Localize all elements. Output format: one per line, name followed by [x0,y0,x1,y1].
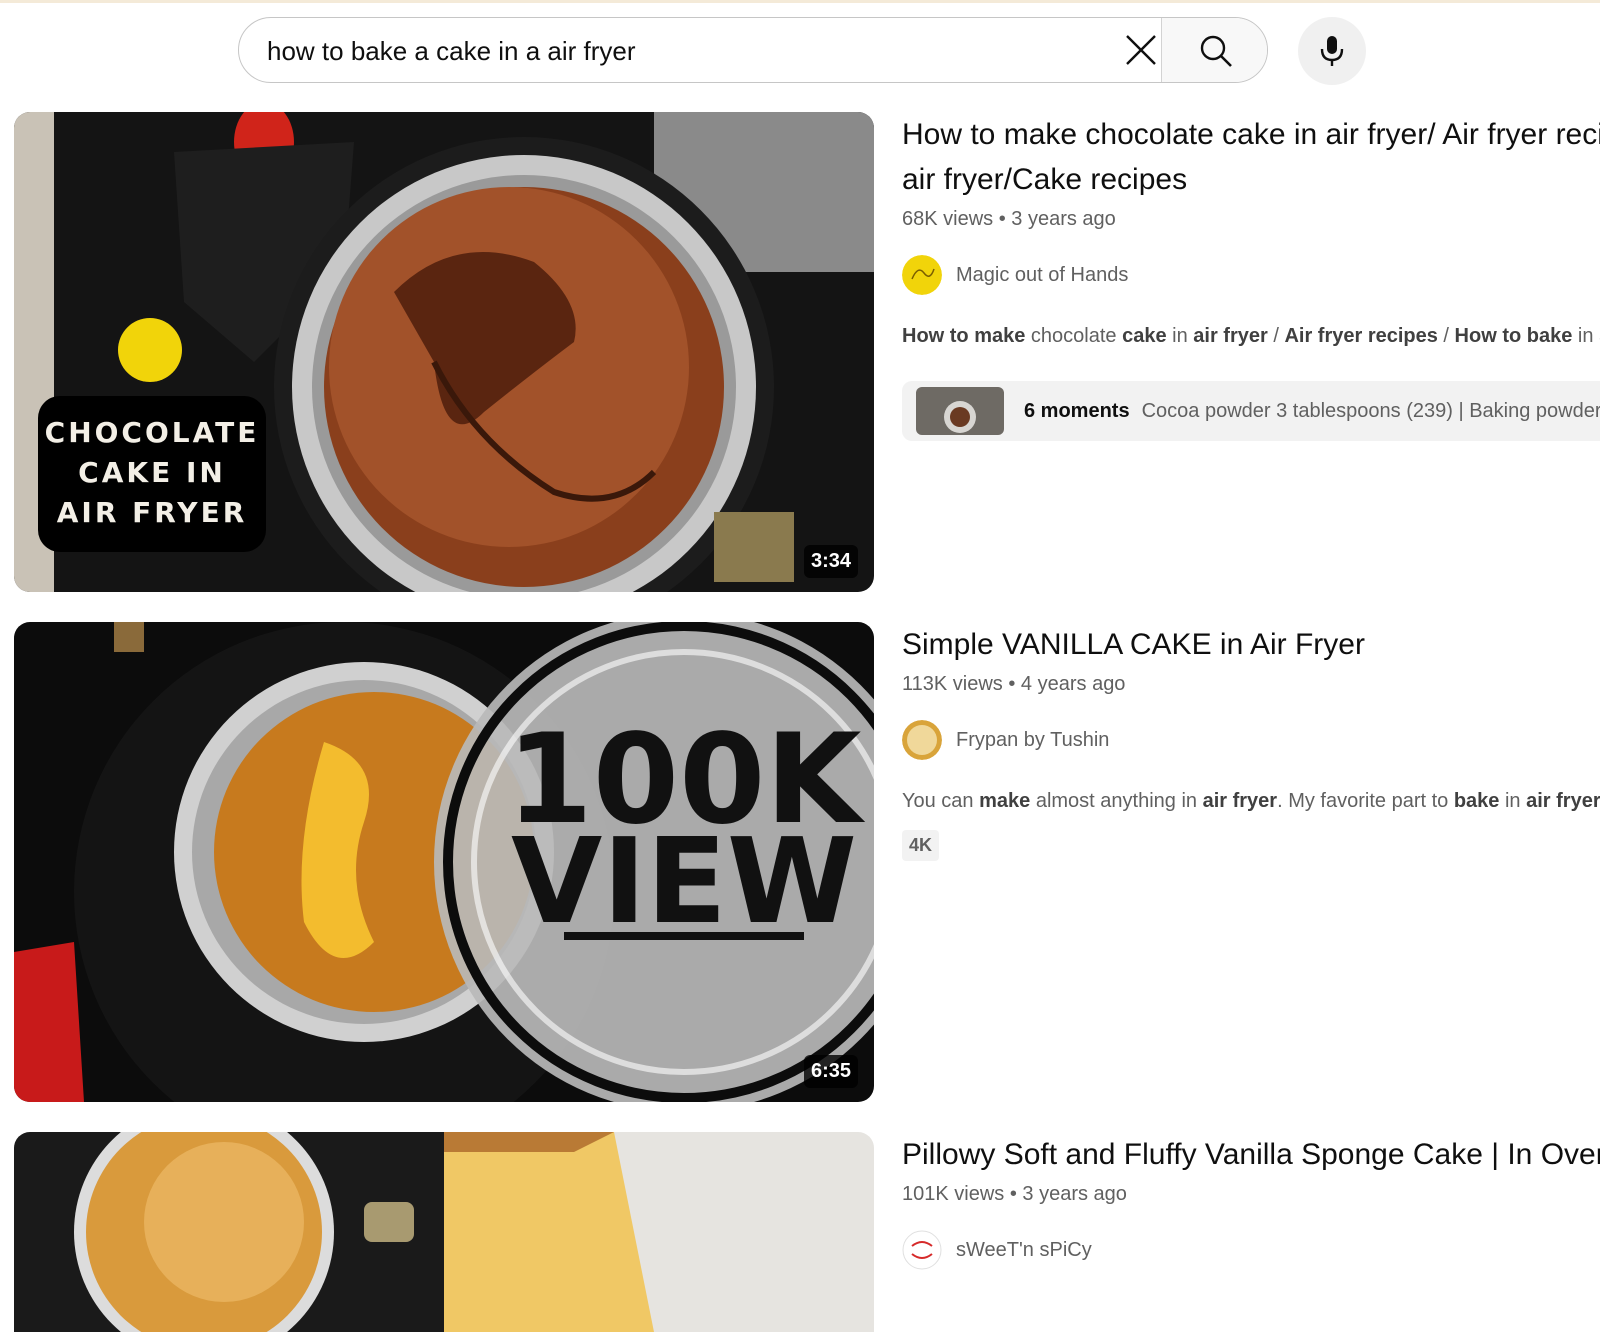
voice-search-button[interactable] [1298,17,1366,85]
description-text: in [1166,325,1194,347]
clear-search-button[interactable] [1119,28,1163,72]
thumbnail-text-line: CAKE IN [78,456,226,489]
search-bar [238,17,1268,83]
video-duration: 3:34 [803,545,858,578]
thumbnail-image-vanilla-cake: 100K VIEW [14,622,874,1102]
description-text: / [1267,325,1285,347]
video-thumbnail[interactable]: 100K VIEW 6:35 [14,622,874,1102]
view-count: 68K views [902,208,994,230]
thumbnail-image-sponge-cake [14,1132,874,1332]
video-result: CHOCOLATE CAKE IN AIR FRYER 3:34 How to … [14,112,1600,592]
description-text: You can [902,790,980,812]
key-moments-chip[interactable]: 6 moments Cocoa powder 3 tablespoons (23… [902,381,1600,441]
view-count: 113K views [902,673,1003,695]
description-keyword: How to bake [1454,325,1573,347]
thumbnail-text-line: VIEW [511,812,857,950]
upload-age: 3 years ago [1022,1183,1127,1205]
channel-name: Magic out of Hands [956,263,1129,286]
video-description: How to make chocolate cake in air fryer … [902,321,1600,351]
moments-count: 6 moments [1024,399,1130,422]
video-info: Pillowy Soft and Fluffy Vanilla Sponge C… [902,1132,1600,1270]
search-icon [1200,35,1232,67]
description-text: almost anything in [1030,790,1203,812]
description-text: / [1437,325,1455,347]
upload-age: 3 years ago [1011,208,1116,230]
description-keyword: cake [1122,325,1167,347]
description-keyword: How to make [902,325,1026,347]
video-duration: 6:35 [803,1055,858,1088]
meta-separator: • [998,208,1012,230]
thumbnail-text-line: CHOCOLATE [45,416,260,449]
description-text: in [1499,790,1527,812]
video-result: Pillowy Soft and Fluffy Vanilla Sponge C… [14,1132,1600,1332]
video-description: You can make almost anything in air frye… [902,786,1600,816]
upload-age: 4 years ago [1020,673,1126,695]
video-meta: 113K views • 4 years ago [902,673,1600,696]
description-keyword: air fryer [1202,790,1278,812]
mic-icon [1320,36,1344,66]
description-keyword: air fryer [1193,325,1268,347]
meta-separator: • [1008,673,1021,695]
description-keyword: make [979,790,1031,812]
close-icon [1126,35,1156,65]
quality-badge: 4K [902,830,940,861]
channel-avatar [902,1230,942,1270]
video-info: How to make chocolate cake in air fryer/… [902,112,1600,441]
moment-thumbnail [916,387,1004,435]
video-result: 100K VIEW 6:35 Simple VANILLA CAKE in Ai… [14,622,1600,1102]
channel-name: sWeeT'n sPiCy [956,1238,1092,1261]
description-keyword: bake [1453,790,1500,812]
view-count: 101K views [902,1183,1005,1205]
search-button[interactable] [1161,18,1267,82]
channel-avatar [902,255,942,295]
description-text: . My favorite part to [1277,790,1454,812]
channel-link[interactable]: Frypan by Tushin [902,720,1600,760]
description-keyword: air fryer [1526,790,1600,812]
thumbnail-text-line: AIR FRYER [57,496,248,529]
moments-text: Cocoa powder 3 tablespoons (239) | Bakin… [1141,399,1600,422]
video-title[interactable]: Pillowy Soft and Fluffy Vanilla Sponge C… [902,1132,1600,1177]
channel-link[interactable]: sWeeT'n sPiCy [902,1230,1600,1270]
video-meta: 101K views • 3 years ago [902,1183,1600,1206]
thumbnail-image-chocolate-cake: CHOCOLATE CAKE IN AIR FRYER [14,112,874,592]
description-text: chocolate [1025,325,1123,347]
video-thumbnail[interactable]: CHOCOLATE CAKE IN AIR FRYER 3:34 [14,112,874,592]
video-thumbnail[interactable] [14,1132,874,1332]
search-input[interactable] [267,34,1087,68]
channel-link[interactable]: Magic out of Hands [902,255,1600,295]
top-border [0,0,1600,3]
channel-avatar [902,720,942,760]
description-keyword: Air fryer recipes [1284,325,1438,347]
channel-name: Frypan by Tushin [956,728,1110,751]
description-text: in a [1577,325,1600,347]
video-meta: 68K views • 3 years ago [902,208,1600,231]
video-title[interactable]: Simple VANILLA CAKE in Air Fryer [902,622,1600,667]
meta-separator: • [1009,1183,1023,1205]
video-info: Simple VANILLA CAKE in Air Fryer 113K vi… [902,622,1600,861]
video-title[interactable]: How to make chocolate cake in air fryer/… [902,112,1600,202]
